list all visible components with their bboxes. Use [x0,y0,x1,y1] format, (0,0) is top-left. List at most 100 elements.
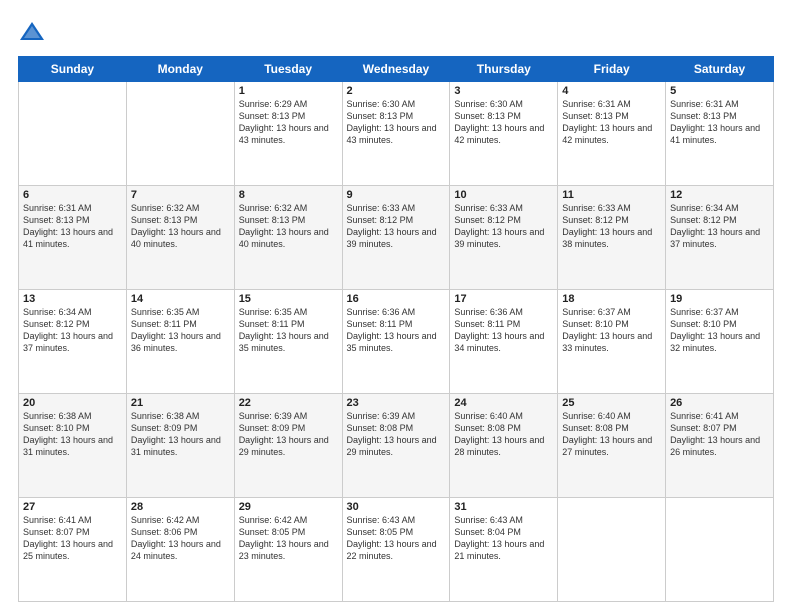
day-number: 18 [562,293,661,305]
logo [18,18,50,46]
day-info: Sunrise: 6:39 AM Sunset: 8:09 PM Dayligh… [239,410,338,459]
day-number: 27 [23,501,122,513]
day-number: 13 [23,293,122,305]
calendar-cell: 20Sunrise: 6:38 AM Sunset: 8:10 PM Dayli… [19,394,127,498]
day-number: 15 [239,293,338,305]
calendar-cell: 19Sunrise: 6:37 AM Sunset: 8:10 PM Dayli… [666,290,774,394]
day-number: 7 [131,189,230,201]
day-info: Sunrise: 6:37 AM Sunset: 8:10 PM Dayligh… [670,306,769,355]
day-number: 16 [347,293,446,305]
day-number: 10 [454,189,553,201]
calendar-cell: 23Sunrise: 6:39 AM Sunset: 8:08 PM Dayli… [342,394,450,498]
day-info: Sunrise: 6:30 AM Sunset: 8:13 PM Dayligh… [454,98,553,147]
calendar-cell: 13Sunrise: 6:34 AM Sunset: 8:12 PM Dayli… [19,290,127,394]
day-number: 29 [239,501,338,513]
day-info: Sunrise: 6:41 AM Sunset: 8:07 PM Dayligh… [670,410,769,459]
day-info: Sunrise: 6:33 AM Sunset: 8:12 PM Dayligh… [454,202,553,251]
calendar-header-row: SundayMondayTuesdayWednesdayThursdayFrid… [19,57,774,82]
calendar-week-row: 27Sunrise: 6:41 AM Sunset: 8:07 PM Dayli… [19,498,774,602]
day-info: Sunrise: 6:42 AM Sunset: 8:05 PM Dayligh… [239,514,338,563]
day-info: Sunrise: 6:38 AM Sunset: 8:09 PM Dayligh… [131,410,230,459]
day-info: Sunrise: 6:43 AM Sunset: 8:05 PM Dayligh… [347,514,446,563]
calendar-cell: 3Sunrise: 6:30 AM Sunset: 8:13 PM Daylig… [450,82,558,186]
calendar-day-header: Friday [558,57,666,82]
calendar-cell: 29Sunrise: 6:42 AM Sunset: 8:05 PM Dayli… [234,498,342,602]
day-number: 5 [670,85,769,97]
calendar-cell: 5Sunrise: 6:31 AM Sunset: 8:13 PM Daylig… [666,82,774,186]
day-number: 14 [131,293,230,305]
day-number: 3 [454,85,553,97]
calendar-cell: 12Sunrise: 6:34 AM Sunset: 8:12 PM Dayli… [666,186,774,290]
day-info: Sunrise: 6:41 AM Sunset: 8:07 PM Dayligh… [23,514,122,563]
day-number: 20 [23,397,122,409]
day-info: Sunrise: 6:39 AM Sunset: 8:08 PM Dayligh… [347,410,446,459]
day-info: Sunrise: 6:36 AM Sunset: 8:11 PM Dayligh… [454,306,553,355]
calendar-cell: 7Sunrise: 6:32 AM Sunset: 8:13 PM Daylig… [126,186,234,290]
calendar-cell: 24Sunrise: 6:40 AM Sunset: 8:08 PM Dayli… [450,394,558,498]
calendar-table: SundayMondayTuesdayWednesdayThursdayFrid… [18,56,774,602]
header [18,18,774,46]
day-info: Sunrise: 6:30 AM Sunset: 8:13 PM Dayligh… [347,98,446,147]
day-number: 28 [131,501,230,513]
logo-icon [18,18,46,46]
calendar-cell: 9Sunrise: 6:33 AM Sunset: 8:12 PM Daylig… [342,186,450,290]
calendar-cell: 30Sunrise: 6:43 AM Sunset: 8:05 PM Dayli… [342,498,450,602]
day-info: Sunrise: 6:34 AM Sunset: 8:12 PM Dayligh… [23,306,122,355]
day-number: 12 [670,189,769,201]
day-number: 26 [670,397,769,409]
calendar-week-row: 20Sunrise: 6:38 AM Sunset: 8:10 PM Dayli… [19,394,774,498]
calendar-cell: 4Sunrise: 6:31 AM Sunset: 8:13 PM Daylig… [558,82,666,186]
calendar-cell: 27Sunrise: 6:41 AM Sunset: 8:07 PM Dayli… [19,498,127,602]
day-info: Sunrise: 6:36 AM Sunset: 8:11 PM Dayligh… [347,306,446,355]
calendar-cell: 31Sunrise: 6:43 AM Sunset: 8:04 PM Dayli… [450,498,558,602]
day-info: Sunrise: 6:37 AM Sunset: 8:10 PM Dayligh… [562,306,661,355]
day-info: Sunrise: 6:35 AM Sunset: 8:11 PM Dayligh… [239,306,338,355]
day-info: Sunrise: 6:31 AM Sunset: 8:13 PM Dayligh… [23,202,122,251]
calendar-cell: 26Sunrise: 6:41 AM Sunset: 8:07 PM Dayli… [666,394,774,498]
day-number: 8 [239,189,338,201]
day-info: Sunrise: 6:31 AM Sunset: 8:13 PM Dayligh… [670,98,769,147]
day-info: Sunrise: 6:40 AM Sunset: 8:08 PM Dayligh… [454,410,553,459]
day-info: Sunrise: 6:29 AM Sunset: 8:13 PM Dayligh… [239,98,338,147]
day-number: 21 [131,397,230,409]
day-info: Sunrise: 6:38 AM Sunset: 8:10 PM Dayligh… [23,410,122,459]
calendar-cell: 1Sunrise: 6:29 AM Sunset: 8:13 PM Daylig… [234,82,342,186]
calendar-cell: 10Sunrise: 6:33 AM Sunset: 8:12 PM Dayli… [450,186,558,290]
calendar-cell [558,498,666,602]
calendar-day-header: Monday [126,57,234,82]
day-info: Sunrise: 6:32 AM Sunset: 8:13 PM Dayligh… [239,202,338,251]
calendar-week-row: 6Sunrise: 6:31 AM Sunset: 8:13 PM Daylig… [19,186,774,290]
day-number: 9 [347,189,446,201]
calendar-cell: 6Sunrise: 6:31 AM Sunset: 8:13 PM Daylig… [19,186,127,290]
calendar-cell: 25Sunrise: 6:40 AM Sunset: 8:08 PM Dayli… [558,394,666,498]
day-number: 30 [347,501,446,513]
page: SundayMondayTuesdayWednesdayThursdayFrid… [0,0,792,612]
calendar-day-header: Thursday [450,57,558,82]
day-number: 6 [23,189,122,201]
calendar-cell: 18Sunrise: 6:37 AM Sunset: 8:10 PM Dayli… [558,290,666,394]
calendar-cell: 11Sunrise: 6:33 AM Sunset: 8:12 PM Dayli… [558,186,666,290]
day-number: 25 [562,397,661,409]
calendar-cell: 8Sunrise: 6:32 AM Sunset: 8:13 PM Daylig… [234,186,342,290]
calendar-day-header: Wednesday [342,57,450,82]
day-number: 17 [454,293,553,305]
calendar-cell [19,82,127,186]
calendar-cell: 16Sunrise: 6:36 AM Sunset: 8:11 PM Dayli… [342,290,450,394]
calendar-day-header: Saturday [666,57,774,82]
day-number: 4 [562,85,661,97]
calendar-cell [666,498,774,602]
calendar-cell: 21Sunrise: 6:38 AM Sunset: 8:09 PM Dayli… [126,394,234,498]
day-number: 1 [239,85,338,97]
day-number: 19 [670,293,769,305]
calendar-cell [126,82,234,186]
day-number: 31 [454,501,553,513]
day-info: Sunrise: 6:43 AM Sunset: 8:04 PM Dayligh… [454,514,553,563]
calendar-cell: 17Sunrise: 6:36 AM Sunset: 8:11 PM Dayli… [450,290,558,394]
day-info: Sunrise: 6:34 AM Sunset: 8:12 PM Dayligh… [670,202,769,251]
calendar-cell: 2Sunrise: 6:30 AM Sunset: 8:13 PM Daylig… [342,82,450,186]
day-info: Sunrise: 6:33 AM Sunset: 8:12 PM Dayligh… [347,202,446,251]
day-number: 11 [562,189,661,201]
day-info: Sunrise: 6:42 AM Sunset: 8:06 PM Dayligh… [131,514,230,563]
calendar-cell: 28Sunrise: 6:42 AM Sunset: 8:06 PM Dayli… [126,498,234,602]
day-number: 22 [239,397,338,409]
